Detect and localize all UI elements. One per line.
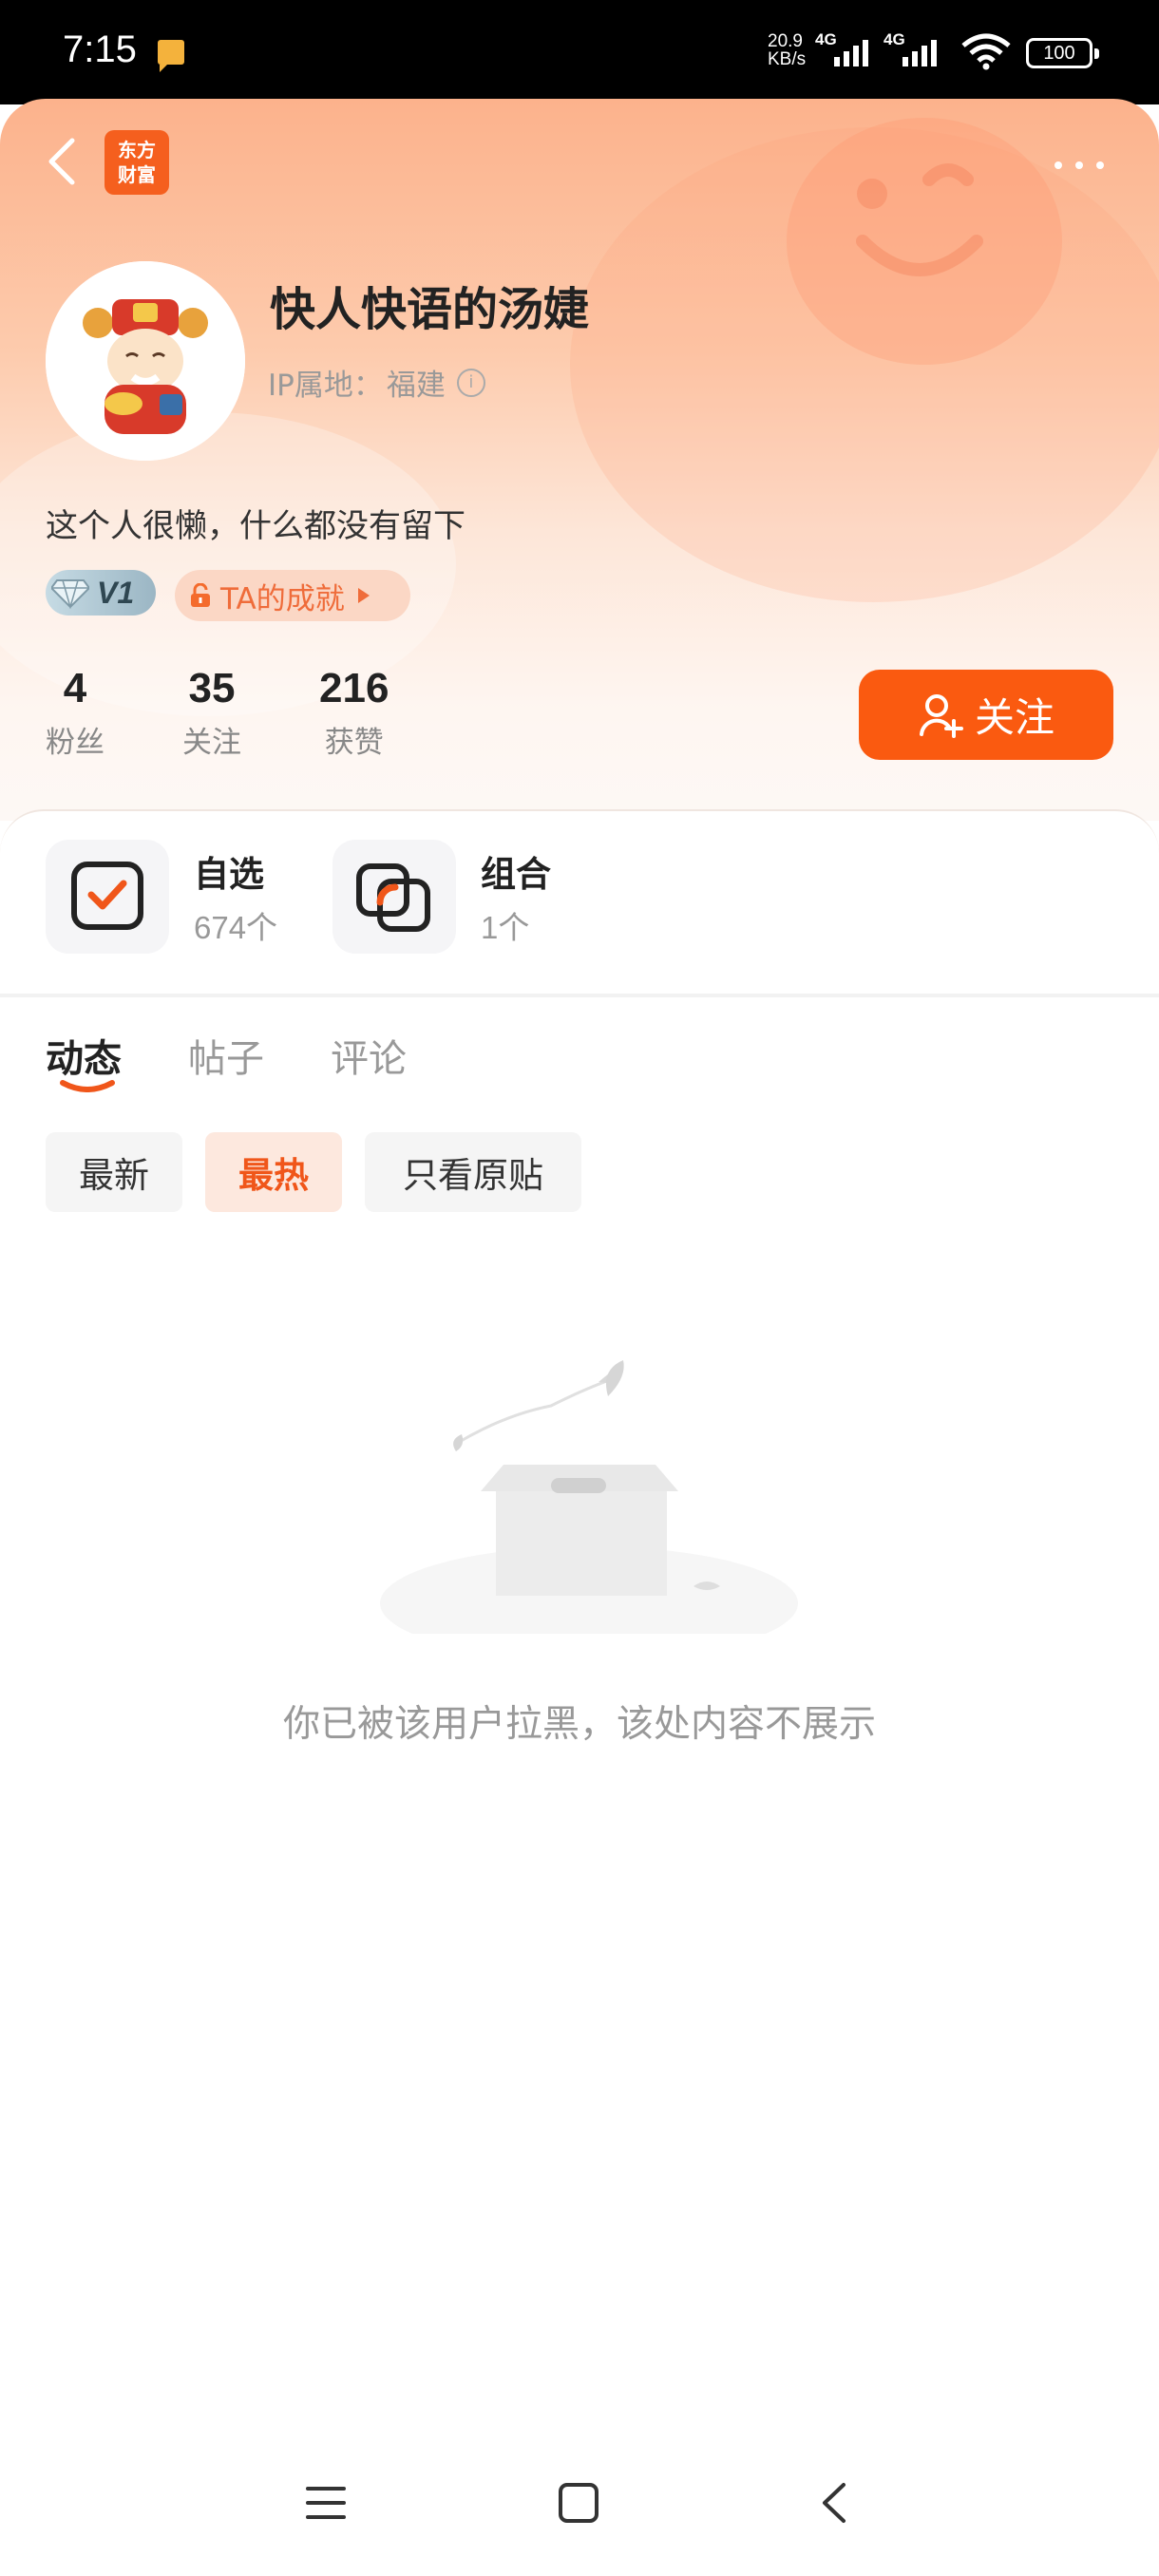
status-time: 7:15	[63, 28, 137, 70]
caishen-avatar-icon	[46, 261, 245, 461]
stat-following-value: 35	[188, 665, 236, 711]
status-bar: 7:15 20.9 KB/s 4G 4G 100	[0, 0, 1159, 104]
message-notification-icon	[158, 40, 184, 72]
vip-level-badge[interactable]: V1	[46, 570, 156, 616]
active-tab-indicator	[60, 1080, 115, 1092]
stat-fans-value: 4	[63, 665, 87, 711]
avatar[interactable]	[46, 261, 245, 461]
achievement-button[interactable]: TA的成就	[175, 570, 410, 621]
app-logo[interactable]: 东方 财富	[104, 130, 169, 195]
stat-fans[interactable]: 4 粉丝	[46, 665, 104, 761]
decorative-smile-bubble	[787, 118, 1062, 365]
ip-location: 福建	[386, 369, 446, 403]
filter-hottest[interactable]: 最热	[205, 1132, 342, 1212]
wifi-icon	[960, 32, 1013, 70]
back-button[interactable]	[40, 133, 87, 190]
lock-icon	[191, 583, 210, 607]
logo-line1: 东方	[118, 139, 156, 161]
stat-likes-label: 获赞	[324, 726, 384, 760]
ip-location-row: IP属地： 福建 i	[268, 361, 485, 404]
info-icon[interactable]: i	[456, 368, 485, 397]
portfolio-entry[interactable]	[332, 840, 456, 954]
section-divider	[0, 994, 1159, 997]
home-square-icon[interactable]	[557, 2481, 600, 2525]
system-nav-bar	[0, 2460, 1159, 2555]
function-card	[0, 809, 1159, 999]
watchlist-title[interactable]: 自选	[194, 845, 264, 897]
diamond-icon	[51, 579, 89, 609]
portfolio-title[interactable]: 组合	[481, 845, 551, 897]
watchlist-count: 674个	[194, 910, 278, 945]
battery-icon: 100	[1026, 38, 1099, 68]
network-speed: 20.9 KB/s	[768, 32, 806, 68]
filter-latest[interactable]: 最新	[46, 1132, 182, 1212]
back-triangle-icon[interactable]	[813, 2481, 857, 2525]
watchlist-check-icon	[71, 862, 143, 930]
stat-following-label: 关注	[182, 726, 241, 760]
follow-button-label: 关注	[974, 694, 1054, 741]
portfolio-combine-icon	[356, 863, 430, 932]
more-dots-icon	[1054, 161, 1104, 169]
empty-state-message: 你已被该用户拉黑，该处内容不展示	[282, 1703, 876, 1746]
username: 快人快语的汤婕	[270, 283, 590, 336]
user-bio: 这个人很懒，什么都没有留下	[46, 507, 466, 545]
tab-posts[interactable]: 帖子	[188, 1028, 264, 1083]
stat-likes-value: 216	[319, 665, 390, 711]
triangle-right-icon	[357, 588, 370, 603]
achievement-label: TA的成就	[220, 581, 345, 616]
watchlist-entry[interactable]	[46, 840, 169, 954]
follow-button[interactable]: 关注	[859, 670, 1113, 760]
filter-original-only[interactable]: 只看原贴	[365, 1132, 581, 1212]
tab-dynamics[interactable]: 动态	[46, 1028, 122, 1083]
empty-box-illustration	[370, 1358, 808, 1660]
portfolio-count: 1个	[481, 910, 530, 945]
logo-line2: 财富	[118, 163, 156, 186]
tab-comments[interactable]: 评论	[331, 1028, 407, 1083]
stat-fans-label: 粉丝	[46, 726, 104, 760]
menu-icon[interactable]	[304, 2481, 348, 2525]
more-button[interactable]	[1051, 158, 1108, 173]
screen: 7:15 20.9 KB/s 4G 4G 100 东方 财富 快人快语的汤婕 I…	[0, 0, 1159, 2576]
ip-label: IP属地：	[268, 369, 383, 403]
vip-level-text: V1	[97, 575, 135, 610]
add-user-icon	[919, 693, 963, 738]
chevron-left-icon	[48, 138, 75, 185]
stat-likes[interactable]: 216 获赞	[319, 665, 389, 761]
stat-following[interactable]: 35 关注	[182, 665, 241, 761]
network-speed-value: 20.9	[768, 31, 803, 51]
network-speed-unit: KB/s	[768, 49, 807, 69]
